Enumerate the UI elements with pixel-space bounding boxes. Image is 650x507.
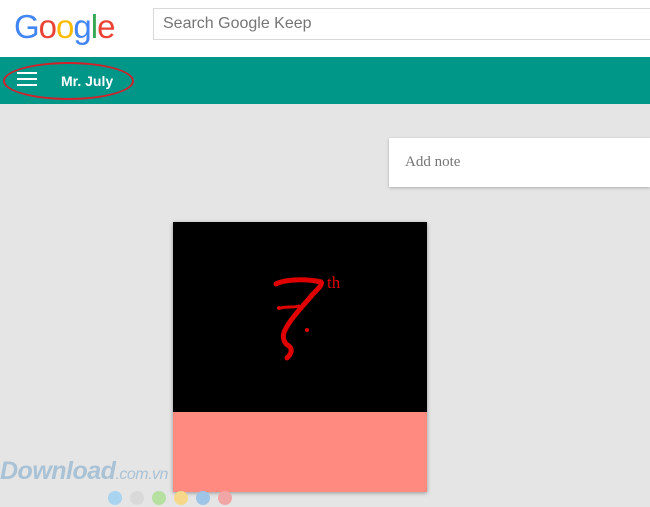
logo-letter: G — [14, 8, 40, 45]
watermark-brand: Download — [0, 457, 116, 485]
annotation-ellipse — [3, 62, 134, 100]
watermark-dot — [130, 491, 144, 505]
logo-letter: o — [38, 8, 57, 45]
note-card[interactable]: th — [173, 222, 427, 492]
note-image: th — [173, 222, 427, 412]
note-color-area — [173, 412, 427, 492]
logo-letter: o — [56, 8, 74, 45]
search-box[interactable] — [153, 8, 650, 40]
watermark-dot — [196, 491, 210, 505]
watermark: Download.com.vn — [0, 457, 168, 486]
logo-letter: g — [73, 8, 91, 45]
superscript-text: th — [327, 273, 341, 292]
add-note-input[interactable] — [389, 138, 650, 187]
seventh-artwork: th — [273, 273, 341, 361]
google-logo[interactable]: Google — [14, 7, 115, 47]
watermark-dot — [218, 491, 232, 505]
top-bar: Google — [0, 0, 650, 57]
watermark-dot — [152, 491, 166, 505]
add-note-box[interactable] — [389, 138, 650, 187]
search-input[interactable] — [154, 9, 650, 39]
watermark-dot — [174, 491, 188, 505]
watermark-dot — [108, 491, 122, 505]
logo-letter: e — [97, 8, 115, 45]
watermark-domain: .com.vn — [115, 466, 168, 483]
